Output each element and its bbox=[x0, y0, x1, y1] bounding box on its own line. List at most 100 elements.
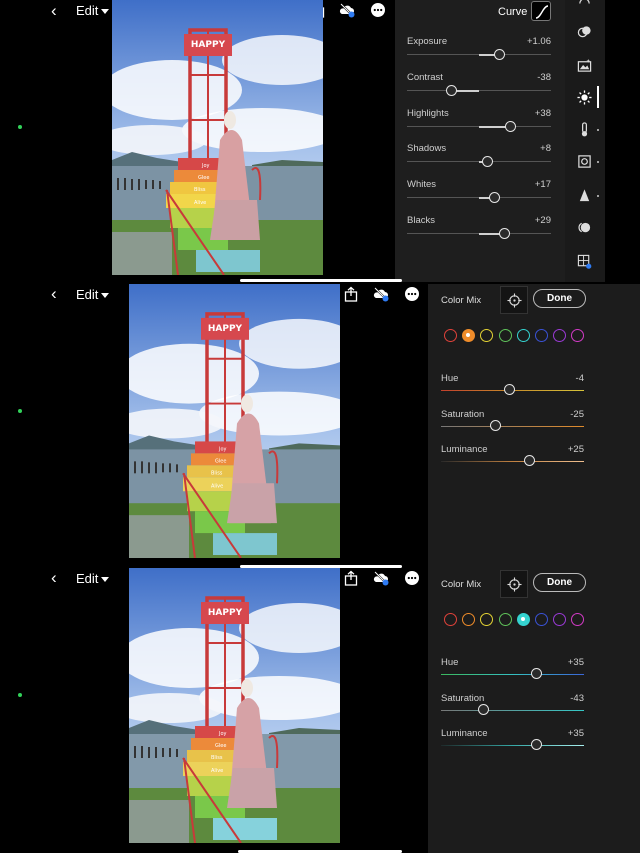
back-chevron-icon[interactable]: ‹ bbox=[51, 2, 57, 19]
saturation-knob[interactable] bbox=[478, 704, 490, 715]
highlights-slider[interactable]: Highlights +38 bbox=[407, 108, 551, 136]
contrast-knob[interactable] bbox=[446, 85, 458, 96]
swatch-red[interactable] bbox=[444, 329, 457, 342]
detail-icon[interactable] bbox=[575, 186, 593, 204]
hue-label: Hue bbox=[441, 657, 459, 668]
target-adjust-button[interactable] bbox=[500, 570, 528, 598]
contrast-slider[interactable]: Contrast -38 bbox=[407, 72, 551, 100]
editor-pane-light: ‹ Edit ? bbox=[0, 0, 640, 282]
geometry-icon[interactable] bbox=[575, 252, 593, 270]
photo-step-text-2: Glee bbox=[215, 458, 226, 464]
back-chevron-icon[interactable]: ‹ bbox=[51, 285, 57, 302]
contrast-value: -38 bbox=[537, 72, 551, 83]
swatch-green[interactable] bbox=[498, 613, 512, 626]
edit-menu[interactable]: Edit bbox=[76, 287, 110, 302]
exposure-slider[interactable]: Exposure +1.06 bbox=[407, 36, 551, 64]
selected-dot bbox=[520, 617, 525, 621]
done-button[interactable]: Done bbox=[533, 573, 586, 592]
swatch-red[interactable] bbox=[444, 613, 457, 626]
photo-scene: HAPPY Joy Glee Bliss Alive bbox=[129, 568, 340, 843]
shadows-slider[interactable]: Shadows +8 bbox=[407, 143, 551, 171]
hue-label: Hue bbox=[441, 373, 459, 384]
swatch-magenta[interactable] bbox=[571, 613, 585, 626]
photo-step-text-4: Alive bbox=[211, 483, 223, 489]
more-options-icon[interactable] bbox=[403, 285, 421, 303]
photo-preview[interactable]: HAPPY Joy Glee Bliss Alive bbox=[129, 568, 340, 843]
crop-rotate-icon[interactable] bbox=[575, 0, 593, 12]
caret-down-icon bbox=[101, 293, 110, 298]
cloud-sync-icon[interactable] bbox=[372, 569, 390, 587]
luminance-knob[interactable] bbox=[531, 739, 543, 750]
photo-step-text-1: Joy bbox=[218, 731, 227, 737]
more-options-icon[interactable] bbox=[403, 569, 421, 587]
swatch-orange[interactable] bbox=[462, 329, 476, 342]
photo-step-text-4: Alive bbox=[211, 768, 223, 774]
luminance-slider[interactable]: Luminance +25 bbox=[441, 444, 584, 470]
swatch-blue[interactable] bbox=[535, 329, 548, 342]
swatch-yellow[interactable] bbox=[480, 329, 494, 342]
cloud-sync-icon[interactable] bbox=[338, 1, 356, 19]
swatch-orange[interactable] bbox=[462, 613, 476, 626]
swatch-purple[interactable] bbox=[553, 613, 567, 626]
optics-icon[interactable] bbox=[575, 218, 593, 236]
effects-icon[interactable] bbox=[575, 152, 593, 170]
whites-label: Whites bbox=[407, 179, 437, 190]
hue-slider[interactable]: Hue -4 bbox=[441, 373, 584, 399]
luminance-gradient-track bbox=[441, 745, 584, 747]
whites-knob[interactable] bbox=[489, 192, 501, 203]
auto-icon[interactable] bbox=[575, 56, 593, 74]
photo-preview[interactable]: HAPPY Joy Glee Bliss Alive bbox=[129, 284, 340, 558]
blacks-slider[interactable]: Blacks +29 bbox=[407, 215, 551, 243]
rail-dot bbox=[597, 161, 599, 163]
whites-value: +17 bbox=[534, 179, 551, 190]
luminance-slider[interactable]: Luminance +35 bbox=[441, 728, 584, 754]
target-icon bbox=[506, 576, 522, 592]
swatch-blue[interactable] bbox=[535, 613, 548, 626]
photo-preview[interactable]: HAPPY Joy Glee Bliss Alive bbox=[112, 0, 323, 275]
share-icon[interactable] bbox=[342, 285, 360, 303]
back-chevron-icon[interactable]: ‹ bbox=[51, 569, 57, 586]
curve-button[interactable] bbox=[531, 1, 551, 21]
edit-label: Edit bbox=[76, 571, 99, 586]
blacks-knob[interactable] bbox=[499, 228, 511, 239]
more-options-icon[interactable] bbox=[369, 1, 387, 19]
status-dot bbox=[18, 693, 22, 697]
exposure-value: +1.06 bbox=[526, 36, 551, 47]
saturation-slider[interactable]: Saturation -25 bbox=[441, 409, 584, 435]
hue-slider[interactable]: Hue +35 bbox=[441, 657, 584, 683]
hue-knob[interactable] bbox=[531, 668, 543, 679]
saturation-slider[interactable]: Saturation -43 bbox=[441, 693, 584, 719]
editor-pane-color-mix-orange: ‹ Edit ? bbox=[0, 284, 640, 568]
share-icon[interactable] bbox=[342, 569, 360, 587]
swatch-aqua[interactable] bbox=[516, 329, 530, 342]
highlights-label: Highlights bbox=[407, 108, 449, 119]
luminance-knob[interactable] bbox=[524, 455, 536, 466]
done-button[interactable]: Done bbox=[533, 289, 586, 308]
swatch-aqua[interactable] bbox=[516, 613, 530, 626]
blacks-label: Blacks bbox=[407, 215, 435, 226]
saturation-knob[interactable] bbox=[489, 420, 501, 431]
blacks-value: +29 bbox=[534, 215, 551, 226]
selective-icon[interactable] bbox=[575, 22, 593, 40]
edit-label: Edit bbox=[76, 287, 99, 302]
saturation-label: Saturation bbox=[441, 693, 485, 704]
photo-step-text-1: Joy bbox=[218, 446, 227, 452]
target-adjust-button[interactable] bbox=[500, 286, 528, 314]
selected-tool-indicator bbox=[597, 86, 599, 108]
light-icon[interactable] bbox=[575, 88, 593, 106]
color-temperature-icon[interactable] bbox=[575, 120, 593, 138]
whites-slider[interactable]: Whites +17 bbox=[407, 179, 551, 207]
photo-scene: HAPPY Joy Glee Bliss Alive bbox=[112, 0, 323, 275]
edit-menu[interactable]: Edit bbox=[76, 571, 110, 586]
swatch-magenta[interactable] bbox=[571, 329, 585, 342]
edit-menu[interactable]: Edit bbox=[76, 3, 110, 18]
cloud-sync-icon[interactable] bbox=[372, 285, 390, 303]
shadows-knob[interactable] bbox=[482, 156, 494, 167]
swatch-green[interactable] bbox=[498, 329, 512, 342]
exposure-knob[interactable] bbox=[493, 49, 505, 60]
hue-knob[interactable] bbox=[504, 384, 516, 395]
swatch-yellow[interactable] bbox=[480, 613, 494, 626]
saturation-value: -25 bbox=[570, 409, 584, 420]
swatch-purple[interactable] bbox=[553, 329, 567, 342]
highlights-knob[interactable] bbox=[505, 121, 517, 132]
